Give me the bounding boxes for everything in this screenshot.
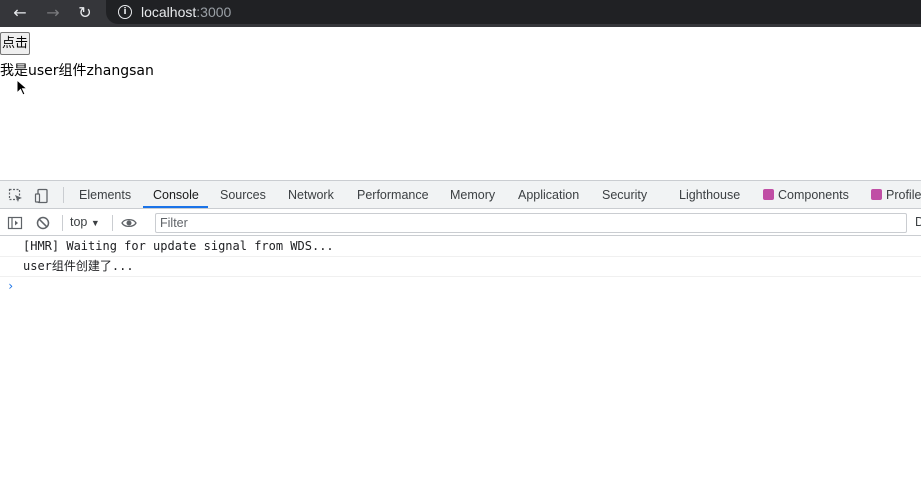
devtools-panel: Elements Console Sources Network Perform… — [0, 180, 921, 492]
user-component-text: 我是user组件zhangsan — [0, 63, 154, 79]
page-viewport: 点击 我是user组件zhangsan — [0, 27, 921, 180]
chevron-down-icon: ▼ — [90, 218, 100, 228]
sidebar-toggle-icon[interactable] — [7, 215, 23, 231]
forward-arrow-icon[interactable]: → — [42, 0, 64, 24]
device-toolbar-icon[interactable] — [34, 188, 50, 204]
devtools-tab-bar: Elements Console Sources Network Perform… — [0, 181, 921, 209]
console-message: user组件创建了... — [0, 257, 921, 277]
url-host: localhost — [141, 4, 197, 20]
console-output: [HMR] Waiting for update signal from WDS… — [0, 237, 921, 297]
tab-components-label: Components — [778, 188, 849, 202]
tab-memory[interactable]: Memory — [450, 181, 495, 209]
inspect-element-icon[interactable] — [8, 188, 24, 204]
tab-network[interactable]: Network — [288, 181, 334, 209]
filter-placeholder: Filter — [160, 216, 188, 230]
tab-profiler[interactable]: Profiler — [871, 181, 921, 209]
tab-sources[interactable]: Sources — [220, 181, 266, 209]
browser-toolbar: ← → ↻ i localhost:3000 — [0, 0, 921, 27]
react-icon — [871, 189, 882, 200]
url-text[interactable]: localhost:3000 — [141, 4, 231, 20]
toolbar-divider — [62, 215, 63, 231]
tab-lighthouse[interactable]: Lighthouse — [679, 181, 740, 209]
site-info-icon[interactable]: i — [118, 5, 132, 19]
console-message: [HMR] Waiting for update signal from WDS… — [0, 237, 921, 257]
url-port: :3000 — [196, 4, 232, 20]
tab-performance[interactable]: Performance — [357, 181, 429, 209]
tab-console[interactable]: Console — [153, 181, 199, 209]
tab-elements[interactable]: Elements — [79, 181, 131, 209]
eye-icon[interactable] — [121, 215, 137, 231]
clear-console-icon[interactable] — [35, 215, 51, 231]
console-prompt[interactable]: › — [0, 277, 921, 297]
tab-components[interactable]: Components — [763, 181, 849, 209]
default-levels-dropdown[interactable]: D — [915, 215, 921, 229]
toolbar-divider — [112, 215, 113, 231]
react-icon — [763, 189, 774, 200]
active-tab-indicator — [143, 206, 208, 208]
click-button[interactable]: 点击 — [0, 32, 31, 55]
context-selector[interactable]: top ▼ — [70, 215, 100, 229]
tab-profiler-label: Profiler — [886, 188, 921, 202]
context-label: top — [70, 215, 88, 229]
filter-input[interactable]: Filter — [155, 213, 907, 233]
tab-security[interactable]: Security — [602, 181, 647, 209]
back-arrow-icon[interactable]: ← — [9, 0, 31, 24]
address-bar[interactable]: i localhost:3000 — [106, 0, 921, 24]
tab-application[interactable]: Application — [518, 181, 579, 209]
console-toolbar: top ▼ Filter D — [0, 210, 921, 236]
toolbar-divider — [63, 187, 64, 203]
reload-icon[interactable]: ↻ — [74, 0, 96, 24]
mouse-cursor-icon — [16, 79, 29, 96]
